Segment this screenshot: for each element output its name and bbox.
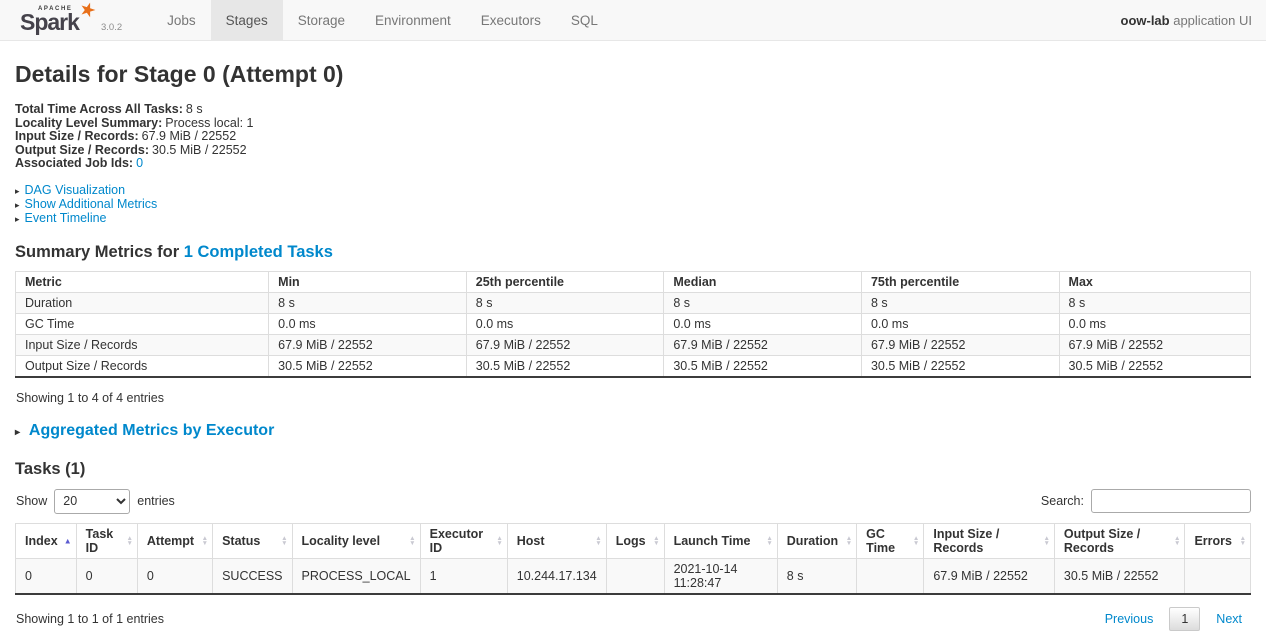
sort-icon — [913, 536, 919, 546]
tab-stages[interactable]: Stages — [211, 0, 283, 40]
tasks-col-gc-time[interactable]: GC Time — [857, 523, 924, 558]
show-additional-metrics-toggle[interactable]: ▸Show Additional Metrics — [15, 198, 1251, 212]
completed-tasks-link[interactable]: 1 Completed Tasks — [184, 243, 333, 261]
tasks-col-errors[interactable]: Errors — [1185, 523, 1251, 558]
expand-arrow-icon: ▸ — [15, 427, 20, 438]
application-ui-suffix: application UI — [1170, 13, 1252, 28]
job-id-link[interactable]: 0 — [136, 156, 143, 170]
summary-col-max[interactable]: Max — [1059, 271, 1250, 292]
tab-storage[interactable]: Storage — [283, 0, 360, 40]
tasks-heading: Tasks (1) — [15, 460, 1251, 479]
aggregated-metrics-toggle[interactable]: ▸ Aggregated Metrics by Executor — [15, 422, 1251, 440]
summary-col-min[interactable]: Min — [269, 271, 467, 292]
pagination-page-1[interactable]: 1 — [1169, 607, 1200, 631]
sort-icon — [496, 536, 502, 546]
tab-jobs[interactable]: Jobs — [152, 0, 211, 40]
summary-metrics-heading: Summary Metrics for 1 Completed Tasks — [15, 243, 1251, 262]
stage-stats-list: Total Time Across All Tasks:8 s Locality… — [15, 103, 1251, 171]
stat-associated-job-ids: Associated Job Ids:0 — [15, 157, 1251, 171]
page-size-select[interactable]: 20 — [54, 489, 130, 514]
sort-asc-icon — [64, 538, 72, 543]
sort-icon — [595, 536, 601, 546]
sort-icon — [1174, 536, 1180, 546]
spark-star-icon: ★ — [76, 0, 99, 24]
tasks-col-locality-level[interactable]: Locality level — [292, 523, 420, 558]
summary-col-75th[interactable]: 75th percentile — [861, 271, 1059, 292]
table-row: Duration8 s8 s8 s8 s8 s — [16, 292, 1251, 313]
sort-icon — [202, 536, 208, 546]
summary-table-footer: Showing 1 to 4 of 4 entries — [16, 391, 1251, 405]
toggle-links: ▸DAG Visualization ▸Show Additional Metr… — [15, 184, 1251, 227]
stat-total-time: Total Time Across All Tasks:8 s — [15, 103, 1251, 117]
tasks-col-status[interactable]: Status — [213, 523, 292, 558]
sort-icon — [126, 536, 132, 546]
dag-visualization-toggle[interactable]: ▸DAG Visualization — [15, 184, 1251, 198]
search-input[interactable] — [1091, 489, 1251, 513]
expand-arrow-icon: ▸ — [15, 213, 20, 226]
sort-icon — [846, 536, 852, 546]
search-label: Search: — [1041, 494, 1084, 508]
tab-executors[interactable]: Executors — [466, 0, 556, 40]
table-row: Output Size / Records30.5 MiB / 2255230.… — [16, 355, 1251, 377]
tasks-col-input-size[interactable]: Input Size / Records — [924, 523, 1055, 558]
application-id: oow-lab application UI — [1121, 0, 1253, 40]
summary-header-row: Metric Min 25th percentile Median 75th p… — [16, 271, 1251, 292]
table-row: Input Size / Records67.9 MiB / 2255267.9… — [16, 334, 1251, 355]
tasks-table-footer: Showing 1 to 1 of 1 entries — [16, 612, 164, 626]
table-row: GC Time0.0 ms0.0 ms0.0 ms0.0 ms0.0 ms — [16, 313, 1251, 334]
sort-icon — [1240, 536, 1246, 546]
tasks-col-executor-id[interactable]: Executor ID — [420, 523, 507, 558]
expand-arrow-icon: ▸ — [15, 199, 20, 212]
sort-icon — [766, 536, 772, 546]
tasks-col-launch-time[interactable]: Launch Time — [664, 523, 777, 558]
page-title: Details for Stage 0 (Attempt 0) — [15, 61, 1251, 88]
tasks-table: Index Task ID Attempt Status Locality le… — [15, 523, 1251, 595]
tasks-col-output-size[interactable]: Output Size / Records — [1054, 523, 1185, 558]
tasks-col-logs[interactable]: Logs — [606, 523, 664, 558]
application-name: oow-lab — [1121, 13, 1170, 28]
summary-col-25th[interactable]: 25th percentile — [466, 271, 664, 292]
stat-locality-summary: Locality Level Summary:Process local: 1 — [15, 117, 1251, 131]
spark-logo[interactable]: APACHE Spark ★ — [20, 3, 94, 36]
tasks-col-task-id[interactable]: Task ID — [76, 523, 137, 558]
tasks-header-row: Index Task ID Attempt Status Locality le… — [16, 523, 1251, 558]
summary-col-median[interactable]: Median — [664, 271, 862, 292]
pagination: Previous 1 Next — [1096, 607, 1251, 631]
summary-metrics-table: Metric Min 25th percentile Median 75th p… — [15, 271, 1251, 378]
tasks-col-duration[interactable]: Duration — [777, 523, 856, 558]
sort-icon — [409, 536, 415, 546]
spark-version: 3.0.2 — [101, 22, 122, 36]
sort-icon — [1043, 536, 1049, 546]
sort-icon — [653, 536, 659, 546]
page-size-control: Show 20 entries — [16, 489, 175, 514]
stat-input-size: Input Size / Records:67.9 MiB / 22552 — [15, 130, 1251, 144]
table-row: 0 0 0 SUCCESS PROCESS_LOCAL 1 10.244.17.… — [16, 558, 1251, 594]
stat-output-size: Output Size / Records:30.5 MiB / 22552 — [15, 144, 1251, 158]
tab-environment[interactable]: Environment — [360, 0, 466, 40]
tasks-col-attempt[interactable]: Attempt — [137, 523, 212, 558]
tab-sql[interactable]: SQL — [556, 0, 613, 40]
summary-col-metric[interactable]: Metric — [16, 271, 269, 292]
tasks-col-index[interactable]: Index — [16, 523, 77, 558]
nav-tabs: Jobs Stages Storage Environment Executor… — [152, 0, 613, 40]
tasks-col-host[interactable]: Host — [507, 523, 606, 558]
spark-brand-label: Spark — [20, 9, 79, 36]
expand-arrow-icon: ▸ — [15, 185, 20, 198]
sort-icon — [281, 536, 287, 546]
event-timeline-toggle[interactable]: ▸Event Timeline — [15, 212, 1251, 226]
pagination-previous[interactable]: Previous — [1096, 607, 1163, 631]
top-navbar: APACHE Spark ★ 3.0.2 Jobs Stages Storage… — [0, 0, 1266, 41]
search-control: Search: — [1041, 489, 1251, 513]
pagination-next[interactable]: Next — [1207, 607, 1251, 631]
